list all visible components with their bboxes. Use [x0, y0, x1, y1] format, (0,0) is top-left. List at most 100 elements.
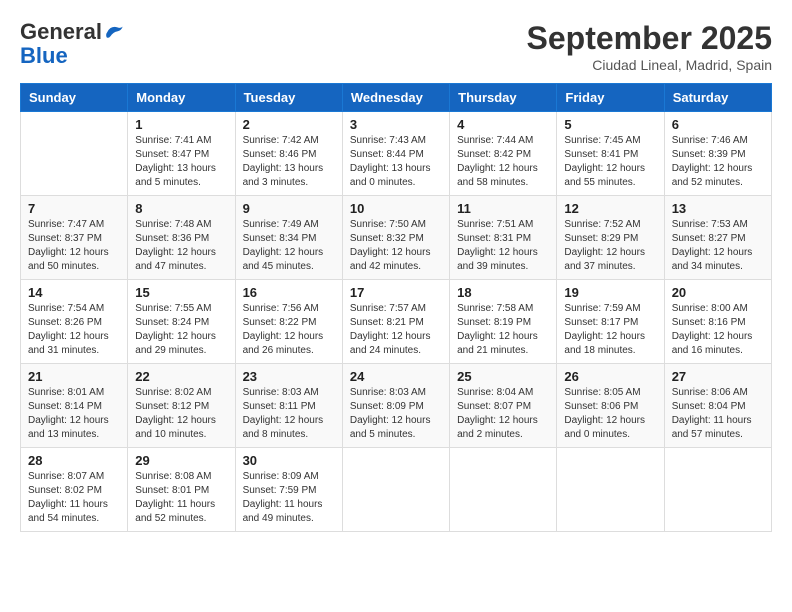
day-number: 7 [28, 201, 120, 216]
day-detail: Sunrise: 8:05 AM Sunset: 8:06 PM Dayligh… [564, 386, 656, 442]
col-thursday: Thursday [450, 84, 557, 112]
day-detail: Sunrise: 7:48 AM Sunset: 8:36 PM Dayligh… [135, 218, 227, 274]
day-detail: Sunrise: 8:00 AM Sunset: 8:16 PM Dayligh… [672, 302, 764, 358]
day-detail: Sunrise: 7:56 AM Sunset: 8:22 PM Dayligh… [243, 302, 335, 358]
day-number: 6 [672, 117, 764, 132]
day-detail: Sunrise: 8:09 AM Sunset: 7:59 PM Dayligh… [243, 470, 335, 526]
day-detail: Sunrise: 8:04 AM Sunset: 8:07 PM Dayligh… [457, 386, 549, 442]
title-block: September 2025 Ciudad Lineal, Madrid, Sp… [527, 20, 772, 73]
day-number: 29 [135, 453, 227, 468]
calendar-day-cell [664, 448, 771, 532]
calendar-day-cell [21, 112, 128, 196]
day-number: 16 [243, 285, 335, 300]
col-friday: Friday [557, 84, 664, 112]
calendar-day-cell: 4 Sunrise: 7:44 AM Sunset: 8:42 PM Daylig… [450, 112, 557, 196]
calendar-day-cell: 18Sunrise: 7:58 AM Sunset: 8:19 PM Dayli… [450, 280, 557, 364]
day-number: 13 [672, 201, 764, 216]
day-detail: Sunrise: 8:03 AM Sunset: 8:11 PM Dayligh… [243, 386, 335, 442]
day-number: 24 [350, 369, 442, 384]
day-detail: Sunrise: 8:01 AM Sunset: 8:14 PM Dayligh… [28, 386, 120, 442]
day-number: 26 [564, 369, 656, 384]
calendar-day-cell: 21 Sunrise: 8:01 AM Sunset: 8:14 PM Dayli… [21, 364, 128, 448]
calendar-day-cell: 30 Sunrise: 8:09 AM Sunset: 7:59 PM Dayli… [235, 448, 342, 532]
col-saturday: Saturday [664, 84, 771, 112]
calendar-day-cell: 26 Sunrise: 8:05 AM Sunset: 8:06 PM Dayli… [557, 364, 664, 448]
day-number: 12 [564, 201, 656, 216]
calendar-day-cell: 11 Sunrise: 7:51 AM Sunset: 8:31 PM Dayli… [450, 196, 557, 280]
day-detail: Sunrise: 7:51 AM Sunset: 8:31 PM Dayligh… [457, 218, 549, 274]
logo-bird-icon [104, 22, 124, 42]
calendar-day-cell: 20 Sunrise: 8:00 AM Sunset: 8:16 PM Dayli… [664, 280, 771, 364]
calendar-day-cell [450, 448, 557, 532]
calendar-day-cell: 8Sunrise: 7:48 AM Sunset: 8:36 PM Daylig… [128, 196, 235, 280]
calendar-week-row: 28Sunrise: 8:07 AM Sunset: 8:02 PM Dayli… [21, 448, 772, 532]
day-detail: Sunrise: 7:52 AM Sunset: 8:29 PM Dayligh… [564, 218, 656, 274]
day-number: 3 [350, 117, 442, 132]
day-number: 11 [457, 201, 549, 216]
day-number: 30 [243, 453, 335, 468]
day-detail: Sunrise: 7:54 AM Sunset: 8:26 PM Dayligh… [28, 302, 120, 358]
day-number: 21 [28, 369, 120, 384]
calendar-week-row: 1 Sunrise: 7:41 AM Sunset: 8:47 PM Daylig… [21, 112, 772, 196]
calendar-day-cell: 10 Sunrise: 7:50 AM Sunset: 8:32 PM Dayli… [342, 196, 449, 280]
calendar-day-cell: 2Sunrise: 7:42 AM Sunset: 8:46 PM Daylig… [235, 112, 342, 196]
calendar-day-cell: 7Sunrise: 7:47 AM Sunset: 8:37 PM Daylig… [21, 196, 128, 280]
page-header: General Blue September 2025 Ciudad Linea… [20, 20, 772, 73]
day-detail: Sunrise: 8:08 AM Sunset: 8:01 PM Dayligh… [135, 470, 227, 526]
day-detail: Sunrise: 7:59 AM Sunset: 8:17 PM Dayligh… [564, 302, 656, 358]
logo: General Blue [20, 20, 124, 68]
day-number: 2 [243, 117, 335, 132]
day-detail: Sunrise: 7:46 AM Sunset: 8:39 PM Dayligh… [672, 134, 764, 190]
day-detail: Sunrise: 8:03 AM Sunset: 8:09 PM Dayligh… [350, 386, 442, 442]
calendar-day-cell: 12 Sunrise: 7:52 AM Sunset: 8:29 PM Dayli… [557, 196, 664, 280]
col-wednesday: Wednesday [342, 84, 449, 112]
calendar-week-row: 14Sunrise: 7:54 AM Sunset: 8:26 PM Dayli… [21, 280, 772, 364]
logo-blue: Blue [20, 44, 68, 68]
calendar-day-cell: 28Sunrise: 8:07 AM Sunset: 8:02 PM Dayli… [21, 448, 128, 532]
calendar-day-cell: 13 Sunrise: 7:53 AM Sunset: 8:27 PM Dayli… [664, 196, 771, 280]
calendar-header-row: Sunday Monday Tuesday Wednesday Thursday… [21, 84, 772, 112]
day-number: 4 [457, 117, 549, 132]
day-detail: Sunrise: 7:49 AM Sunset: 8:34 PM Dayligh… [243, 218, 335, 274]
day-detail: Sunrise: 7:44 AM Sunset: 8:42 PM Dayligh… [457, 134, 549, 190]
day-number: 25 [457, 369, 549, 384]
calendar-day-cell: 16 Sunrise: 7:56 AM Sunset: 8:22 PM Dayli… [235, 280, 342, 364]
month-title: September 2025 [527, 20, 772, 57]
day-number: 1 [135, 117, 227, 132]
day-number: 19 [564, 285, 656, 300]
calendar-day-cell: 6 Sunrise: 7:46 AM Sunset: 8:39 PM Daylig… [664, 112, 771, 196]
col-tuesday: Tuesday [235, 84, 342, 112]
day-number: 23 [243, 369, 335, 384]
calendar-table: Sunday Monday Tuesday Wednesday Thursday… [20, 83, 772, 532]
day-detail: Sunrise: 7:55 AM Sunset: 8:24 PM Dayligh… [135, 302, 227, 358]
day-number: 27 [672, 369, 764, 384]
calendar-day-cell [342, 448, 449, 532]
calendar-day-cell: 15 Sunrise: 7:55 AM Sunset: 8:24 PM Dayli… [128, 280, 235, 364]
calendar-day-cell: 1 Sunrise: 7:41 AM Sunset: 8:47 PM Daylig… [128, 112, 235, 196]
col-monday: Monday [128, 84, 235, 112]
calendar-day-cell: 19 Sunrise: 7:59 AM Sunset: 8:17 PM Dayli… [557, 280, 664, 364]
calendar-week-row: 21 Sunrise: 8:01 AM Sunset: 8:14 PM Dayli… [21, 364, 772, 448]
day-number: 28 [28, 453, 120, 468]
day-detail: Sunrise: 7:45 AM Sunset: 8:41 PM Dayligh… [564, 134, 656, 190]
calendar-day-cell: 3 Sunrise: 7:43 AM Sunset: 8:44 PM Daylig… [342, 112, 449, 196]
day-detail: Sunrise: 7:53 AM Sunset: 8:27 PM Dayligh… [672, 218, 764, 274]
calendar-day-cell: 17Sunrise: 7:57 AM Sunset: 8:21 PM Dayli… [342, 280, 449, 364]
calendar-day-cell: 9Sunrise: 7:49 AM Sunset: 8:34 PM Daylig… [235, 196, 342, 280]
day-detail: Sunrise: 8:02 AM Sunset: 8:12 PM Dayligh… [135, 386, 227, 442]
day-number: 20 [672, 285, 764, 300]
day-number: 5 [564, 117, 656, 132]
calendar-day-cell: 23 Sunrise: 8:03 AM Sunset: 8:11 PM Dayli… [235, 364, 342, 448]
day-number: 15 [135, 285, 227, 300]
calendar-day-cell: 27Sunrise: 8:06 AM Sunset: 8:04 PM Dayli… [664, 364, 771, 448]
day-detail: Sunrise: 7:43 AM Sunset: 8:44 PM Dayligh… [350, 134, 442, 190]
calendar-day-cell: 22Sunrise: 8:02 AM Sunset: 8:12 PM Dayli… [128, 364, 235, 448]
day-detail: Sunrise: 7:41 AM Sunset: 8:47 PM Dayligh… [135, 134, 227, 190]
day-number: 18 [457, 285, 549, 300]
calendar-day-cell [557, 448, 664, 532]
calendar-week-row: 7Sunrise: 7:47 AM Sunset: 8:37 PM Daylig… [21, 196, 772, 280]
day-detail: Sunrise: 7:50 AM Sunset: 8:32 PM Dayligh… [350, 218, 442, 274]
day-detail: Sunrise: 7:57 AM Sunset: 8:21 PM Dayligh… [350, 302, 442, 358]
day-number: 10 [350, 201, 442, 216]
calendar-day-cell: 29 Sunrise: 8:08 AM Sunset: 8:01 PM Dayli… [128, 448, 235, 532]
